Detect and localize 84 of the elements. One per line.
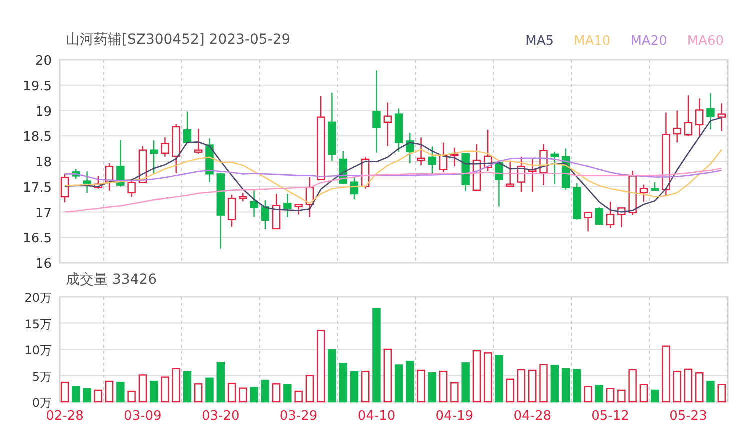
candlestick [684,96,693,136]
candlestick [628,171,637,216]
legend-label: MA20 [630,34,668,49]
candlestick [94,176,102,189]
candlestick [595,208,604,226]
axis-label: 17 [35,206,52,222]
date-label: 03-20 [202,409,240,424]
candlestick [261,200,270,230]
axis-label: 20万 [24,291,52,305]
chart-title: 山河药辅[SZ300452] 2023-05-29 [66,31,291,49]
date-label: 05-12 [592,409,630,424]
candlestick [450,148,459,167]
date-label: 02-28 [46,409,84,424]
candlestick [328,92,336,162]
candlestick [161,138,170,157]
date-label: 04-10 [358,409,396,424]
candlestick [272,194,281,230]
candlestick [206,138,214,182]
axis-label: 10万 [24,344,52,358]
candlestick [339,151,348,184]
axis-label: 15万 [24,317,52,332]
candlestick [706,94,715,130]
candlestick [350,177,359,200]
candlestick [696,98,704,136]
volume-title: 成交量 33426 [66,271,157,289]
candlestick [239,192,248,202]
date-label: 03-29 [280,409,318,424]
candlestick [618,208,626,228]
candlestick [462,153,470,191]
date-label: 04-19 [436,409,474,424]
candlestick [294,204,303,215]
candlestick [172,124,180,174]
candlestick [640,184,648,202]
date-label: 03-09 [124,409,162,424]
candlestick [138,146,148,184]
candlestick [495,160,504,207]
axis-label: 18 [35,156,52,170]
candlestick [250,190,258,218]
candlestick [528,159,537,192]
legend-label: MA10 [574,34,611,49]
candlestick [406,133,414,164]
candlestick [183,112,192,144]
candlestick [562,148,570,190]
candlestick [105,164,114,191]
candlestick [60,174,70,203]
candlestick [584,212,592,232]
candlestick [150,140,158,175]
candlestick [417,138,426,166]
date-label: 05-23 [670,409,708,424]
candlestick [517,156,526,192]
candlestick [573,183,582,220]
axis-label: 16.5 [23,232,52,247]
candlestick [439,142,448,172]
axis-label: 19 [35,104,52,120]
axis-label: 0万 [32,396,52,410]
axis-label: 17.5 [23,180,52,196]
axis-label: 19.5 [23,79,52,94]
candlestick [673,110,682,143]
candlestick [83,172,92,193]
date-label: 04-28 [514,409,552,424]
axis-label: 16 [35,257,52,270]
candlestick [128,179,136,198]
candlestick [116,140,125,187]
candlestick [472,144,482,192]
candlestick [194,129,203,154]
candlestick [284,194,292,218]
candlestick [718,104,726,132]
candlestick [650,182,660,191]
legend-label: MA5 [526,34,554,49]
axis-label: 20 [35,54,52,69]
axis-label: 5万 [32,370,52,384]
candlestick [484,130,492,172]
candlestick [428,146,437,174]
candlestick [306,177,314,218]
candlestick [606,202,615,228]
candlestick [506,161,514,187]
candlestick [384,102,392,146]
legend-label: MA60 [687,34,724,49]
candlestick [394,108,404,152]
candlestick [72,169,80,180]
candlestick [228,195,236,227]
candlestick [550,152,559,184]
axis-label: 18.5 [23,130,52,146]
candlestick [540,144,548,186]
